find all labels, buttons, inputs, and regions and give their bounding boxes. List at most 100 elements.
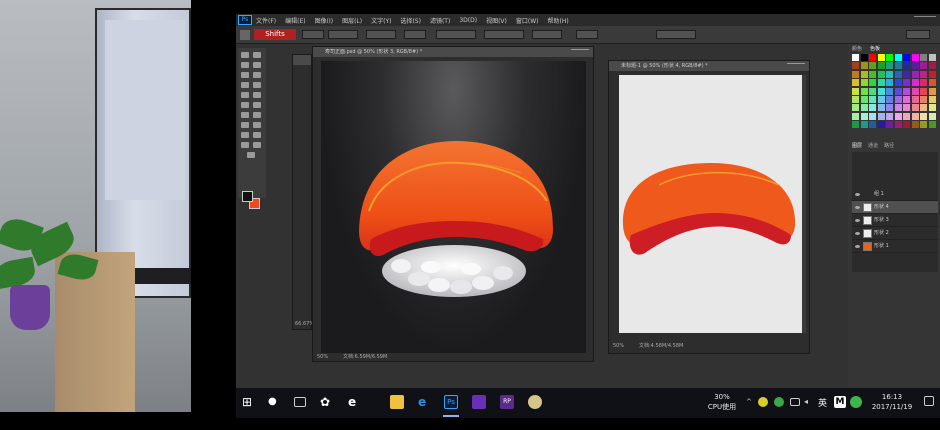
- start-windows-icon[interactable]: ⊞: [242, 395, 256, 409]
- color-swatch[interactable]: [928, 104, 936, 112]
- menu-type[interactable]: 文字(Y): [371, 16, 391, 25]
- healing-tool-icon[interactable]: [241, 82, 249, 88]
- color-swatch[interactable]: [920, 70, 927, 78]
- eyedropper-tool-icon[interactable]: [253, 72, 261, 78]
- color-swatch[interactable]: [920, 121, 927, 129]
- option-width[interactable]: [366, 30, 396, 39]
- color-swatch[interactable]: [860, 104, 868, 112]
- menu-edit[interactable]: 编辑(E): [285, 16, 305, 25]
- edge-browser-icon[interactable]: e: [418, 395, 432, 409]
- color-swatch[interactable]: [911, 112, 919, 120]
- document-window-untitled[interactable]: 未标题-1 @ 50% (形状 4, RGB/8#) * 50% 文档:4.58…: [608, 60, 810, 354]
- color-swatch[interactable]: [869, 112, 876, 120]
- sushi-canvas[interactable]: [321, 61, 586, 353]
- visibility-eye-icon[interactable]: [855, 206, 860, 209]
- color-swatch[interactable]: [860, 87, 868, 95]
- browser-globe-icon[interactable]: [528, 395, 542, 409]
- tab-swatches[interactable]: 色板: [870, 45, 880, 52]
- eraser-tool-icon[interactable]: [241, 102, 249, 108]
- menu-window[interactable]: 窗口(W): [516, 16, 539, 25]
- color-swatch[interactable]: [852, 70, 859, 78]
- color-swatch[interactable]: [886, 54, 893, 61]
- color-swatch[interactable]: [894, 62, 902, 70]
- color-swatch[interactable]: [903, 79, 910, 87]
- color-swatch[interactable]: [928, 54, 936, 61]
- color-swatch[interactable]: [920, 96, 927, 103]
- document-window-sushi[interactable]: 寿司正面.psd @ 50% (形状 3, RGB/8#) * 50% 文档:6…: [312, 46, 594, 362]
- workspace-switcher[interactable]: [906, 30, 930, 39]
- action-center-icon[interactable]: [924, 396, 934, 406]
- color-swatch[interactable]: [877, 96, 885, 103]
- option-path-ops[interactable]: [436, 30, 476, 39]
- color-swatch[interactable]: [903, 70, 910, 78]
- artboard-tool-icon[interactable]: [253, 52, 261, 58]
- tab-color[interactable]: 颜色: [852, 45, 862, 52]
- doc2-window-controls[interactable]: [787, 63, 805, 68]
- color-swatch[interactable]: [894, 87, 902, 95]
- blur-tool-icon[interactable]: [241, 112, 249, 118]
- zoom-tool-icon[interactable]: [253, 142, 261, 148]
- tray-app-icon[interactable]: [758, 397, 768, 407]
- shape-tool-icon[interactable]: [253, 132, 261, 138]
- move-tool-icon[interactable]: [241, 52, 249, 58]
- color-swatch[interactable]: [903, 121, 910, 129]
- color-swatch[interactable]: [894, 96, 902, 103]
- color-swatch[interactable]: [911, 121, 919, 129]
- ime-mode-icon[interactable]: M: [834, 396, 846, 408]
- color-swatch[interactable]: [886, 79, 893, 87]
- untitled-canvas[interactable]: [619, 75, 803, 333]
- color-swatch[interactable]: [869, 62, 876, 70]
- color-swatch[interactable]: [852, 104, 859, 112]
- task-view-icon[interactable]: [294, 397, 306, 407]
- tool-preset-icon[interactable]: [240, 30, 250, 40]
- swatches-grid[interactable]: [852, 54, 938, 130]
- option-stroke[interactable]: [328, 30, 358, 39]
- color-swatch[interactable]: [860, 79, 868, 87]
- option-height[interactable]: [404, 30, 426, 39]
- path-select-tool-icon[interactable]: [241, 132, 249, 138]
- app-rp-icon[interactable]: RP: [500, 395, 514, 409]
- color-swatch[interactable]: [869, 70, 876, 78]
- color-swatch[interactable]: [928, 62, 936, 70]
- color-swatch[interactable]: [852, 87, 859, 95]
- color-swatch[interactable]: [920, 104, 927, 112]
- color-swatch[interactable]: [860, 121, 868, 129]
- layer-row[interactable]: 形状 3: [852, 214, 938, 227]
- color-swatch[interactable]: [886, 62, 893, 70]
- document-window-background[interactable]: 66.67%: [292, 54, 314, 330]
- color-swatch[interactable]: [928, 87, 936, 95]
- menu-image[interactable]: 图像(I): [315, 16, 333, 25]
- color-swatch[interactable]: [869, 87, 876, 95]
- menu-layer[interactable]: 图层(L): [342, 16, 362, 25]
- doc1-window-controls[interactable]: [571, 49, 589, 54]
- option-settings[interactable]: [576, 30, 598, 39]
- tab-paths[interactable]: 路径: [884, 142, 894, 149]
- color-swatch[interactable]: [869, 121, 876, 129]
- layer-row[interactable]: 组 1: [852, 188, 938, 201]
- system-clock[interactable]: 16:13 2017/11/19: [864, 392, 920, 412]
- color-swatch[interactable]: [877, 104, 885, 112]
- crop-tool-icon[interactable]: [241, 72, 249, 78]
- doc1-zoom-status[interactable]: 50%: [317, 354, 328, 360]
- visibility-eye-icon[interactable]: [855, 193, 860, 196]
- color-swatch[interactable]: [860, 54, 868, 61]
- menu-help[interactable]: 帮助(H): [548, 16, 569, 25]
- menu-3d[interactable]: 3D(D): [459, 17, 477, 24]
- show-hidden-icons-icon[interactable]: ^: [746, 398, 754, 406]
- color-swatch[interactable]: [903, 104, 910, 112]
- lasso-tool-icon[interactable]: [253, 62, 261, 68]
- input-method-indicator[interactable]: 英: [818, 396, 827, 409]
- color-swatch[interactable]: [911, 104, 919, 112]
- option-align[interactable]: [484, 30, 524, 39]
- file-explorer-icon[interactable]: [390, 395, 404, 409]
- menu-filter[interactable]: 滤镜(T): [430, 16, 450, 25]
- color-swatch[interactable]: [920, 79, 927, 87]
- color-swatch[interactable]: [928, 112, 936, 120]
- brush-tool-icon[interactable]: [253, 82, 261, 88]
- option-fill[interactable]: [302, 30, 324, 39]
- color-swatch[interactable]: [869, 79, 876, 87]
- color-swatch[interactable]: [894, 112, 902, 120]
- color-swatch[interactable]: [860, 96, 868, 103]
- more-tools-icon[interactable]: [247, 152, 255, 158]
- color-swatch[interactable]: [886, 96, 893, 103]
